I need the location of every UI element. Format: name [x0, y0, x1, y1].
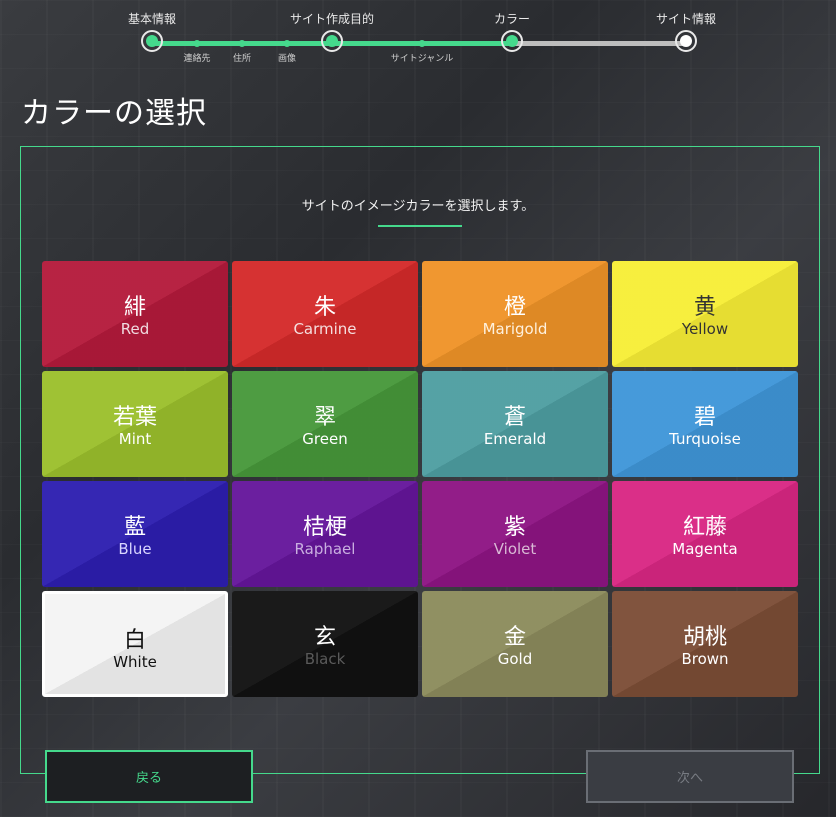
- color-name-en: Turquoise: [669, 430, 741, 448]
- color-name-en: Yellow: [681, 320, 729, 338]
- color-swatch-turquoise[interactable]: 碧 Turquoise: [612, 371, 798, 477]
- panel-description: サイトのイメージカラーを選択します。: [301, 199, 535, 214]
- substep-dot-contact: [193, 40, 201, 47]
- substep-dot-image: [283, 40, 291, 47]
- color-name-en: Green: [302, 430, 348, 448]
- color-name-jp: 緋: [123, 295, 146, 320]
- color-name-en: Carmine: [293, 320, 357, 338]
- step-node-basic-info: [141, 30, 163, 52]
- color-name-en: Gold: [497, 650, 533, 668]
- color-name-jp: 藍: [123, 515, 146, 540]
- color-name-jp: 橙: [503, 295, 526, 320]
- color-swatch-black[interactable]: 玄 Black: [232, 591, 418, 697]
- description-underline: [378, 225, 462, 227]
- color-name-en: Marigold: [482, 320, 548, 338]
- next-button[interactable]: 次へ: [586, 750, 794, 803]
- step-label-site-purpose: サイト作成目的: [289, 12, 375, 26]
- color-name-en: Emerald: [483, 430, 547, 448]
- progress-track-remaining: [512, 41, 686, 46]
- substep-label-address: 住所: [232, 54, 252, 64]
- color-name-en: Violet: [493, 540, 537, 558]
- color-name-en: Raphael: [294, 540, 356, 558]
- step-node-site-info: [675, 30, 697, 52]
- substep-label-contact: 連絡先: [183, 54, 211, 64]
- color-name-jp: 蒼: [503, 405, 526, 430]
- color-name-en: Mint: [118, 430, 152, 448]
- step-label-basic-info: 基本情報: [127, 12, 177, 26]
- color-swatch-blue[interactable]: 藍 Blue: [42, 481, 228, 587]
- color-name-jp: 白: [123, 628, 146, 653]
- step-label-color: カラー: [493, 12, 531, 26]
- color-swatch-yellow[interactable]: 黄 Yellow: [612, 261, 798, 367]
- color-name-jp: 紅藤: [682, 515, 727, 540]
- color-name-jp: 胡桃: [682, 625, 727, 650]
- color-swatch-violet[interactable]: 紫 Violet: [422, 481, 608, 587]
- substep-label-image: 画像: [277, 54, 297, 64]
- color-swatch-red[interactable]: 緋 Red: [42, 261, 228, 367]
- color-name-en: Blue: [118, 540, 152, 558]
- color-swatch-magenta[interactable]: 紅藤 Magenta: [612, 481, 798, 587]
- color-name-jp: 金: [503, 625, 526, 650]
- color-swatch-white[interactable]: 白 White: [42, 591, 228, 697]
- color-name-en: White: [113, 653, 157, 671]
- color-name-jp: 翠: [313, 405, 336, 430]
- color-swatch-carmine[interactable]: 朱 Carmine: [232, 261, 418, 367]
- color-name-jp: 若葉: [112, 405, 157, 430]
- page-title: カラーの選択: [21, 96, 207, 131]
- color-name-jp: 黄: [693, 295, 716, 320]
- color-swatch-marigold[interactable]: 橙 Marigold: [422, 261, 608, 367]
- color-swatch-gold[interactable]: 金 Gold: [422, 591, 608, 697]
- color-name-jp: 朱: [313, 295, 336, 320]
- substep-dot-site-genre: [418, 40, 426, 47]
- substep-label-site-genre: サイトジャンル: [390, 54, 454, 64]
- step-node-color: [501, 30, 523, 52]
- color-name-en: Brown: [681, 650, 729, 668]
- step-label-site-info: サイト情報: [655, 12, 717, 26]
- step-node-site-purpose: [321, 30, 343, 52]
- color-swatch-brown[interactable]: 胡桃 Brown: [612, 591, 798, 697]
- color-swatch-raphael[interactable]: 桔梗 Raphael: [232, 481, 418, 587]
- color-name-en: Red: [120, 320, 150, 338]
- color-name-en: Magenta: [672, 540, 738, 558]
- back-button[interactable]: 戻る: [45, 750, 253, 803]
- progress-stepper: 基本情報 サイト作成目的 カラー サイト情報 連絡先 住所 画像 サイトジャンル: [0, 0, 836, 70]
- color-swatch-mint[interactable]: 若葉 Mint: [42, 371, 228, 477]
- color-swatch-grid: 緋 Red 朱 Carmine 橙 Marigold 黄 Yellow 若葉 Mint 翠 Green…: [42, 261, 798, 697]
- color-swatch-emerald[interactable]: 蒼 Emerald: [422, 371, 608, 477]
- color-name-jp: 碧: [693, 405, 716, 430]
- color-name-jp: 玄: [313, 625, 336, 650]
- color-swatch-green[interactable]: 翠 Green: [232, 371, 418, 477]
- color-name-jp: 紫: [503, 515, 526, 540]
- color-name-jp: 桔梗: [302, 515, 347, 540]
- color-name-en: Black: [304, 650, 346, 668]
- substep-dot-address: [238, 40, 246, 47]
